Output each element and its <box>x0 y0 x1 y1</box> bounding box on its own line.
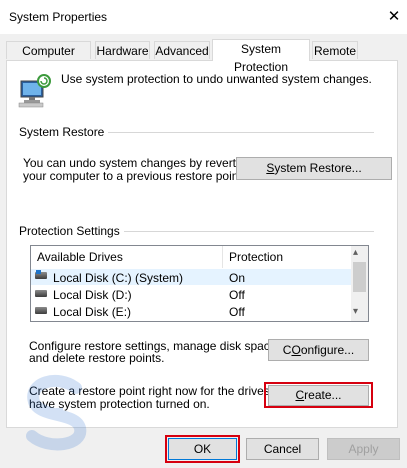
create-button[interactable]: Create... <box>268 385 369 406</box>
column-header-drives[interactable]: Available Drives <box>37 250 123 264</box>
protection-settings-group-label: Protection Settings <box>19 224 124 238</box>
intro-text: Use system protection to undo unwanted s… <box>61 72 372 86</box>
configure-description-2: and delete restore points. <box>29 351 165 365</box>
create-button-label: reate... <box>304 388 342 402</box>
drive-protection: On <box>229 271 246 285</box>
scroll-down-icon[interactable]: ▾ <box>353 306 358 317</box>
scrollbar-thumb[interactable] <box>353 262 366 292</box>
tab-remote[interactable]: Remote <box>312 41 358 59</box>
column-separator[interactable] <box>222 246 223 268</box>
tab-advanced[interactable]: Advanced <box>154 41 210 59</box>
system-protection-icon <box>18 74 51 108</box>
window-title: System Properties <box>9 10 108 24</box>
system-restore-divider <box>96 132 374 133</box>
ok-button[interactable]: OK <box>168 438 237 460</box>
system-restore-description-1: You can undo system changes by reverting <box>23 156 253 170</box>
drive-protection: Off <box>229 305 245 319</box>
system-restore-description-2: your computer to a previous restore poin… <box>23 169 246 183</box>
system-restore-button-label: ystem Restore... <box>274 161 362 175</box>
tab-hardware[interactable]: Hardware <box>95 41 150 59</box>
system-restore-button[interactable]: System Restore... <box>236 157 392 180</box>
cancel-button[interactable]: Cancel <box>246 438 319 460</box>
configure-button[interactable]: COonfigure... <box>268 339 369 361</box>
mnemonic-o: O <box>291 343 301 357</box>
drive-name: Local Disk (C:) (System) <box>53 271 184 285</box>
mnemonic-c: C <box>295 388 305 402</box>
scroll-up-icon[interactable]: ▴ <box>353 247 358 258</box>
apply-button[interactable]: Apply <box>327 438 400 460</box>
column-header-protection[interactable]: Protection <box>229 250 283 264</box>
protection-settings-divider <box>111 231 374 232</box>
windows-flag-icon <box>36 270 41 274</box>
drive-name: Local Disk (E:) <box>53 305 132 319</box>
disk-drive-icon <box>35 307 47 314</box>
close-icon[interactable]: ✕ <box>384 7 404 27</box>
drive-name: Local Disk (D:) <box>53 288 132 302</box>
tab-system-protection[interactable]: System Protection <box>212 39 310 74</box>
watermark-logo <box>26 374 87 451</box>
system-restore-group-label: System Restore <box>19 125 109 139</box>
configure-button-label: onfigure... <box>300 343 355 357</box>
tab-computer-name[interactable]: Computer Name <box>6 41 91 76</box>
disk-drive-icon <box>35 290 47 297</box>
drive-protection: Off <box>229 288 245 302</box>
